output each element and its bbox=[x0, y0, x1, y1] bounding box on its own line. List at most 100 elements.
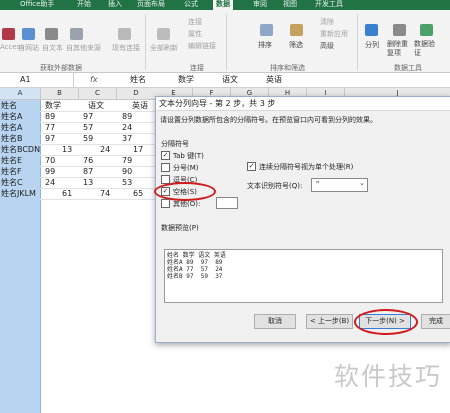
cell-c4[interactable]: 59 bbox=[83, 134, 93, 144]
finish-button[interactable]: 完成 bbox=[421, 314, 450, 329]
cell-b4[interactable]: 97 bbox=[45, 134, 55, 144]
semicolon-checkbox-label[interactable]: 分号(M) bbox=[173, 163, 199, 173]
from-other-button[interactable]: 自其他来源 bbox=[66, 43, 101, 53]
semicolon-checkbox[interactable] bbox=[161, 163, 170, 172]
data-validation-button[interactable]: 数据验证 bbox=[414, 40, 439, 58]
cell-a4[interactable]: 姓名B bbox=[1, 134, 23, 144]
cell-b8[interactable]: 24 bbox=[45, 178, 55, 188]
edit-links-button[interactable]: 编辑链接 bbox=[188, 41, 216, 51]
cell-d2[interactable]: 89 bbox=[122, 112, 132, 122]
remove-duplicates-button[interactable]: 删除重复项 bbox=[387, 40, 412, 58]
refresh-all-button[interactable]: 全部刷新 bbox=[150, 43, 178, 53]
row-gridline bbox=[40, 199, 155, 200]
cell-c5[interactable]: 24 bbox=[100, 145, 110, 155]
cell-b7[interactable]: 99 bbox=[45, 167, 55, 177]
cell-a2[interactable]: 姓名A bbox=[1, 112, 22, 122]
preview-cell: 89 bbox=[186, 259, 194, 266]
cell-d1[interactable]: 英语 bbox=[132, 101, 148, 111]
text-to-columns-button[interactable]: 分列 bbox=[365, 40, 379, 50]
cell-a3[interactable]: 姓名A bbox=[1, 123, 22, 133]
tab-data[interactable]: 数据 bbox=[213, 0, 233, 10]
tab-home[interactable]: 开始 bbox=[77, 0, 91, 10]
text-file-icon bbox=[45, 28, 58, 40]
existing-connections-button[interactable]: 现有连接 bbox=[112, 43, 140, 53]
preview-cell: 姓名A bbox=[167, 259, 183, 266]
tab-office-assistant[interactable]: Office助手 bbox=[20, 0, 54, 10]
text-qualifier-select[interactable]: " ⌄ bbox=[311, 178, 368, 192]
cell-b5[interactable]: 13 bbox=[62, 145, 72, 155]
sort-button[interactable]: 排序 bbox=[258, 40, 272, 50]
web-icon bbox=[22, 28, 35, 40]
cell-b9[interactable]: 61 bbox=[62, 189, 72, 199]
row-gridline bbox=[40, 133, 155, 134]
cell-d3[interactable]: 24 bbox=[122, 123, 132, 133]
dialog-title[interactable]: 文本分列向导 - 第 2 步，共 3 步 bbox=[156, 97, 450, 111]
cell-d8[interactable]: 53 bbox=[122, 178, 132, 188]
cell-c6[interactable]: 76 bbox=[83, 156, 93, 166]
column-header-a[interactable]: A bbox=[0, 88, 41, 100]
cell-a5[interactable]: 姓名BCDN bbox=[1, 145, 40, 155]
cancel-button[interactable]: 取消 bbox=[254, 314, 296, 329]
properties-button[interactable]: 属性 bbox=[188, 29, 202, 39]
preview-cell: 语文 bbox=[198, 252, 211, 259]
advanced-button[interactable]: 高级 bbox=[320, 41, 334, 51]
tab-review[interactable]: 审阅 bbox=[253, 0, 267, 10]
preview-cell: 37 bbox=[215, 273, 223, 280]
other-delimiter-input[interactable] bbox=[216, 197, 238, 209]
cell-c2[interactable]: 97 bbox=[83, 112, 93, 122]
cell-a9[interactable]: 姓名JKLM bbox=[1, 189, 36, 199]
consecutive-checkbox[interactable]: ✓ bbox=[247, 162, 256, 171]
highlight-ellipse bbox=[354, 309, 418, 335]
cell-c3[interactable]: 57 bbox=[83, 123, 93, 133]
cell-c1[interactable]: 语文 bbox=[88, 101, 104, 111]
watermark-text: 软件技巧 bbox=[333, 362, 442, 391]
cell-d7[interactable]: 90 bbox=[122, 167, 132, 177]
group-separator bbox=[357, 14, 358, 70]
cell-a8[interactable]: 姓名C bbox=[1, 178, 23, 188]
filter-icon bbox=[290, 24, 303, 36]
cell-b3[interactable]: 77 bbox=[45, 123, 55, 133]
cell-a7[interactable]: 姓名F bbox=[1, 167, 22, 177]
tab-developer[interactable]: 开发工具 bbox=[315, 0, 343, 10]
cell-a6[interactable]: 姓名E bbox=[1, 156, 22, 166]
cell-b2[interactable]: 89 bbox=[45, 112, 55, 122]
clear-button[interactable]: 清除 bbox=[320, 17, 334, 27]
formula-part: 英语 bbox=[266, 75, 282, 84]
cell-d6[interactable]: 79 bbox=[122, 156, 132, 166]
filter-button[interactable]: 筛选 bbox=[289, 40, 303, 50]
remove-duplicates-icon bbox=[393, 24, 406, 36]
tab-insert[interactable]: 插入 bbox=[108, 0, 122, 10]
preview-cell: 数学 bbox=[182, 252, 195, 259]
column-header-b[interactable]: B bbox=[41, 88, 79, 100]
tab-checkbox[interactable]: ✓ bbox=[161, 151, 170, 160]
cell-c8[interactable]: 13 bbox=[83, 178, 93, 188]
connections-button[interactable]: 连接 bbox=[188, 17, 202, 27]
cell-c7[interactable]: 87 bbox=[83, 167, 93, 177]
from-text-button[interactable]: 自文本 bbox=[42, 43, 63, 53]
cell-c9[interactable]: 74 bbox=[100, 189, 110, 199]
cell-a1[interactable]: 姓名 bbox=[1, 101, 17, 111]
consecutive-checkbox-label[interactable]: 连续分隔符号视为单个处理(R) bbox=[259, 162, 353, 172]
cell-d4[interactable]: 37 bbox=[122, 134, 132, 144]
tab-formulas[interactable]: 公式 bbox=[184, 0, 198, 10]
from-web-button[interactable]: 自网站 bbox=[18, 43, 39, 53]
cell-b6[interactable]: 70 bbox=[45, 156, 55, 166]
data-preview-box[interactable]: 姓名 数学 语文 英语 姓名A 89 97 89 姓名A 77 57 24 姓名… bbox=[164, 249, 443, 303]
tab-view[interactable]: 视图 bbox=[283, 0, 297, 10]
cell-d5[interactable]: 17 bbox=[133, 145, 143, 155]
reapply-button[interactable]: 重新应用 bbox=[320, 29, 348, 39]
fx-icon[interactable]: fx bbox=[90, 73, 98, 87]
cell-b1[interactable]: 数学 bbox=[45, 101, 61, 111]
tab-checkbox-label[interactable]: Tab 键(T) bbox=[173, 151, 204, 161]
refresh-icon bbox=[157, 28, 170, 40]
group-separator bbox=[145, 14, 146, 70]
formula-part: 姓名 bbox=[130, 75, 146, 84]
tab-page-layout[interactable]: 页面布局 bbox=[137, 0, 165, 10]
other-checkbox-label[interactable]: 其他(O): bbox=[173, 199, 200, 209]
name-box[interactable]: A1 bbox=[0, 73, 74, 87]
column-header-d[interactable]: D bbox=[117, 88, 156, 100]
back-button[interactable]: < 上一步(B) bbox=[306, 314, 353, 329]
other-checkbox[interactable] bbox=[161, 199, 170, 208]
column-header-c[interactable]: C bbox=[79, 88, 117, 100]
cell-d9[interactable]: 65 bbox=[133, 189, 143, 199]
